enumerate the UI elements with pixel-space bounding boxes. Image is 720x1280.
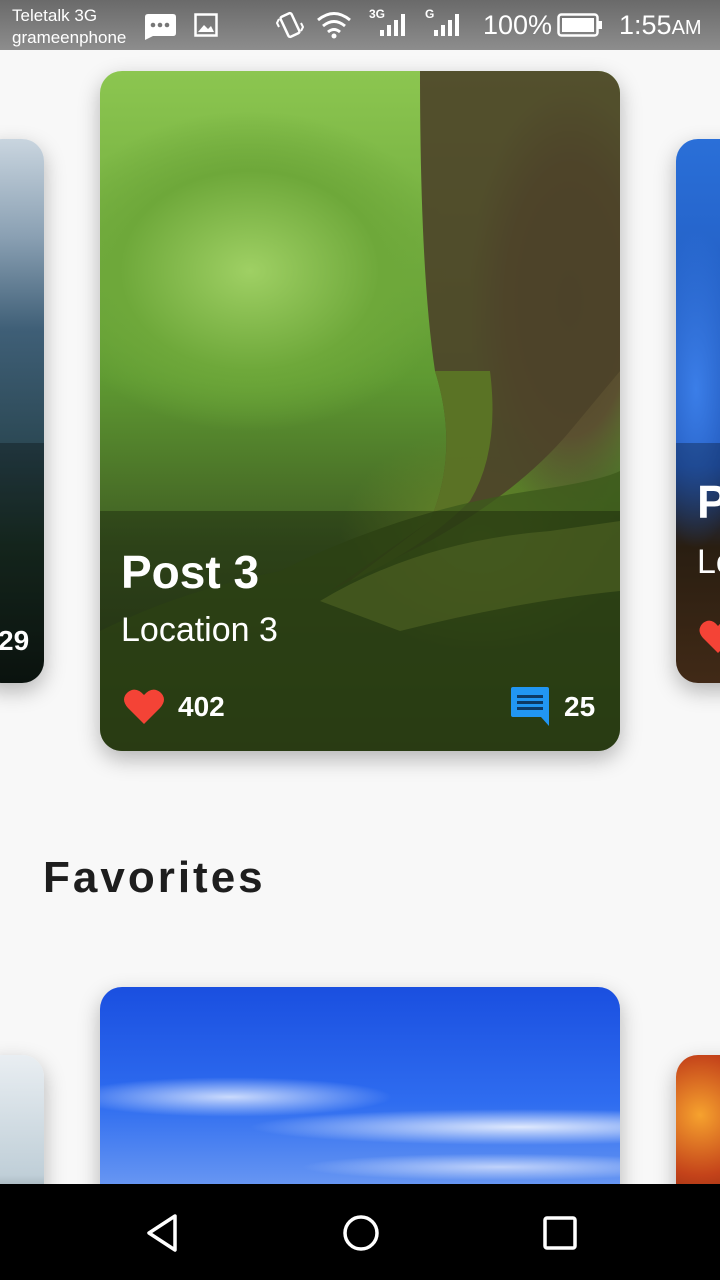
recents-square-icon[interactable]: [535, 1208, 585, 1258]
clock: 1:55AM: [619, 10, 702, 40]
carrier-primary: Teletalk 3G: [12, 6, 98, 25]
right-card-title: P: [697, 476, 720, 528]
likes-count: 402: [178, 691, 225, 722]
carousel-card-right-peek[interactable]: P Lo: [676, 139, 720, 683]
right-card-location: Lo: [697, 543, 720, 581]
left-card-likes: 29: [0, 625, 30, 656]
battery-percent: 100%: [483, 10, 553, 40]
signal-3g-icon: [380, 14, 405, 36]
post-location: Location 3: [121, 611, 278, 649]
favorites-heading: Favorites: [43, 853, 266, 902]
comment-icon[interactable]: [509, 685, 551, 727]
heart-icon[interactable]: [122, 688, 166, 726]
carrier-secondary: grameenphone: [12, 28, 127, 47]
post-card-active[interactable]: Post 3 Location 3 402 25: [100, 71, 620, 751]
status-bar: Teletalk 3G grameenphone 3G G 100% 1:55A…: [0, 0, 720, 50]
carousel-card-left-peek[interactable]: 29: [0, 139, 44, 683]
signal-g-icon: [434, 14, 459, 36]
messenger-icon: [145, 14, 176, 40]
post-title: Post 3: [121, 546, 260, 598]
right-card-heart-icon: [699, 620, 720, 653]
comments-count: 25: [564, 691, 596, 722]
battery-icon: [557, 13, 602, 37]
home-circle-icon[interactable]: [336, 1208, 386, 1258]
wifi-icon: [317, 12, 351, 39]
image-icon: [194, 13, 218, 37]
navigation-bar: [0, 1184, 720, 1280]
back-triangle-icon[interactable]: [139, 1208, 189, 1258]
vibrate-icon: [276, 11, 304, 39]
